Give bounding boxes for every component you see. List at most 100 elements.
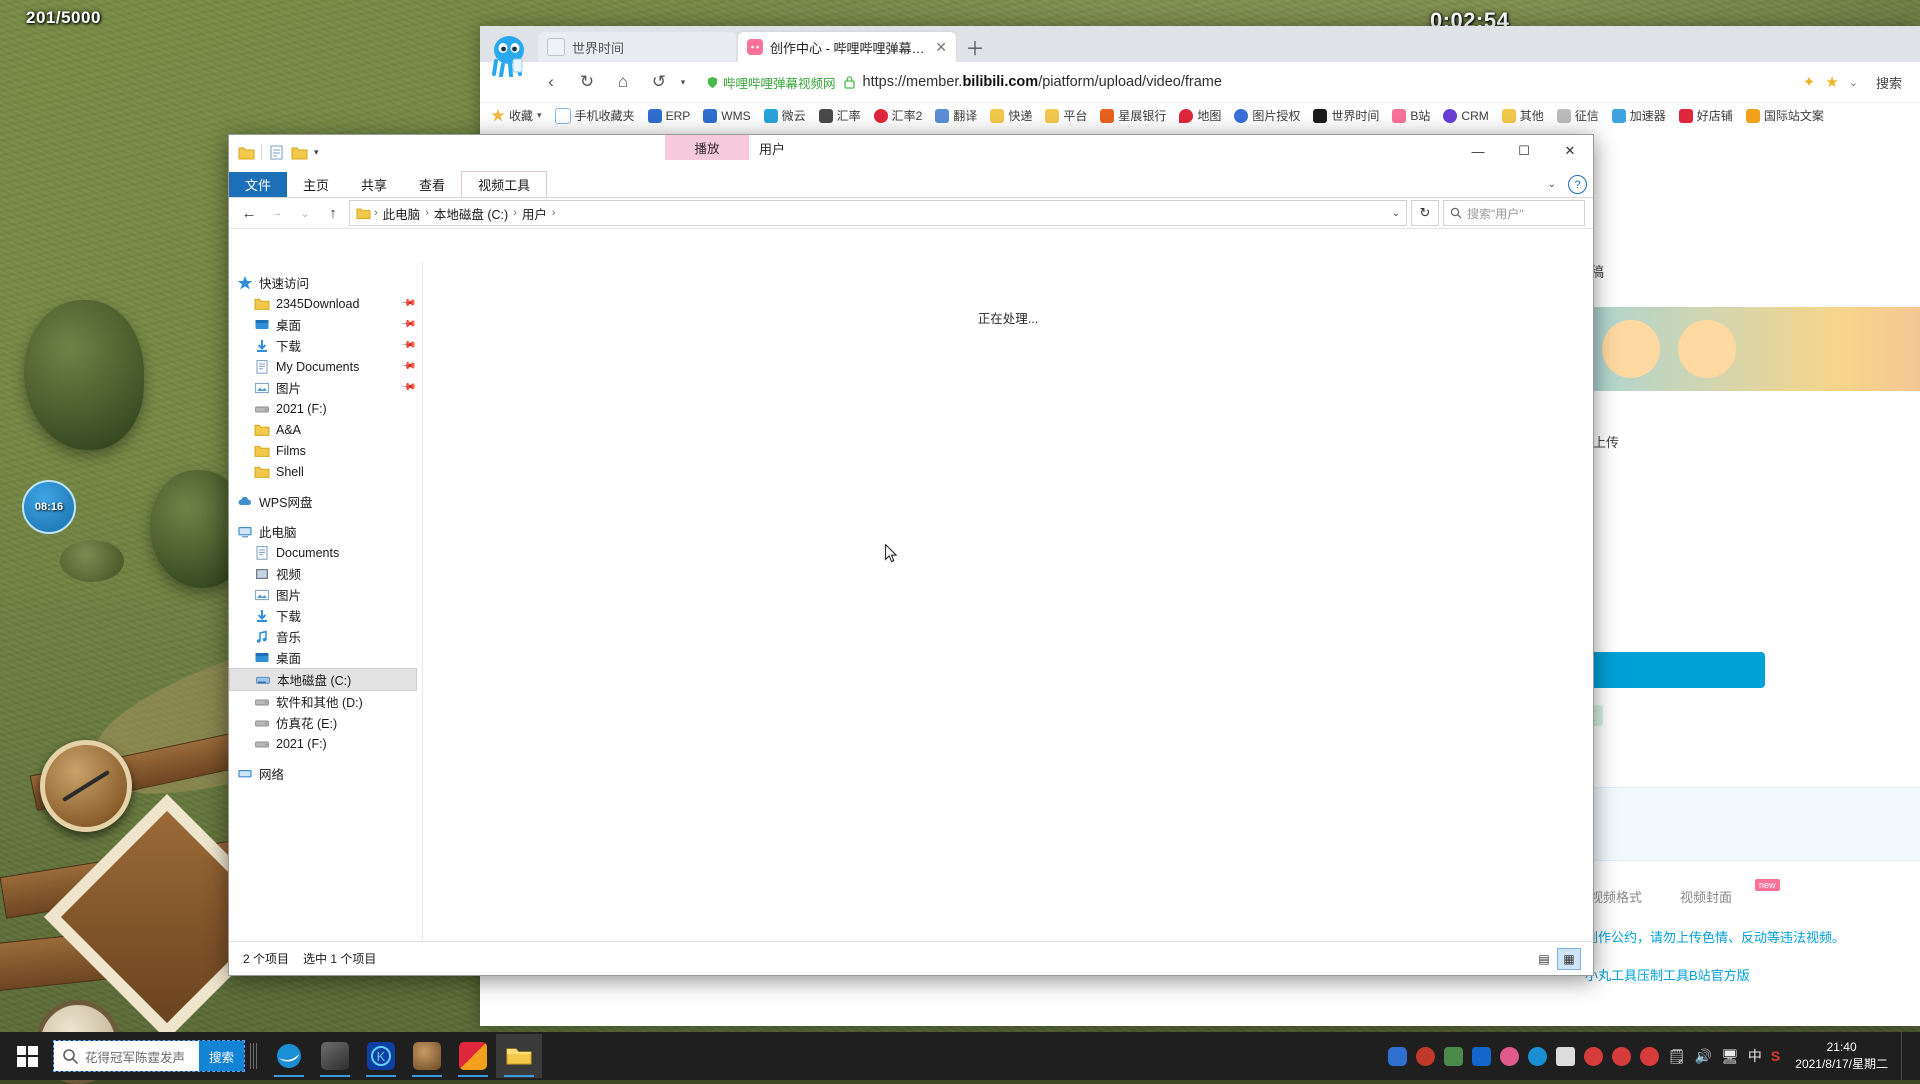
history-caret-icon[interactable]: ▾ — [670, 69, 696, 95]
explorer-search-box[interactable]: 搜索"用户" — [1443, 200, 1585, 226]
qq-icon-2[interactable] — [1611, 1046, 1631, 1066]
chevron-down-icon[interactable]: ▾ — [537, 110, 542, 121]
display-icon[interactable]: 🖥 — [1721, 1048, 1739, 1065]
kingsoft-icon[interactable] — [1471, 1046, 1491, 1066]
footer-line[interactable]: 小丸工具压制工具B站官方版 — [1585, 965, 1750, 984]
minimize-button[interactable]: — — [1455, 135, 1501, 167]
shield-icon[interactable] — [1387, 1046, 1407, 1066]
pin-icon[interactable]: 📌 — [399, 379, 416, 396]
sidebar-item-disk-f[interactable]: 2021 (F:) — [229, 733, 422, 754]
sidebar-item-music[interactable]: 音乐 — [229, 626, 422, 647]
chevron-down-icon[interactable]: ⌄ — [1548, 179, 1556, 190]
bookmark-item-18[interactable]: 加速器 — [1607, 105, 1671, 126]
breadcrumb-users[interactable]: 用户 — [520, 203, 549, 224]
ime-indicator[interactable]: 中 — [1748, 1046, 1762, 1066]
recent-locations-button[interactable]: ⌄ — [293, 201, 317, 225]
bookmark-item-0[interactable]: 收藏 ▾ — [486, 105, 547, 126]
sidebar-item-2021-f[interactable]: 2021 (F:) — [229, 398, 422, 419]
chevron-down-icon[interactable]: ⌄ — [1392, 208, 1400, 219]
file-list-pane[interactable]: 正在处理... — [423, 262, 1593, 941]
details-view-button[interactable]: ▤ — [1533, 949, 1555, 969]
properties-icon[interactable] — [268, 144, 285, 161]
bookmark-item-19[interactable]: 好店铺 — [1674, 105, 1738, 126]
sidebar-item-disk-e[interactable]: 仿真花 (E:) — [229, 712, 422, 733]
bookmark-item-12[interactable]: 图片授权 — [1229, 105, 1305, 126]
taskbar-app-brown[interactable] — [404, 1034, 450, 1078]
folder-icon[interactable] — [238, 144, 255, 161]
bookmark-item-20[interactable]: 国际站文案 — [1741, 105, 1829, 126]
notice-line[interactable]: 创作公约，请勿上传色情、反动等违法视频。 — [1585, 927, 1845, 946]
volume-icon[interactable]: 🔊 — [1695, 1048, 1712, 1065]
taskbar-clock[interactable]: 21:40 2021/8/17/星期二 — [1789, 1039, 1892, 1073]
browser-tab-1[interactable]: 创作中心 - 哔哩哔哩弹幕视频 ✕ — [738, 32, 956, 62]
back-button[interactable]: ‹ — [538, 69, 564, 95]
browser-tab-0[interactable]: 世界时间 — [538, 32, 736, 62]
chevron-down-icon[interactable]: ⌄ — [1849, 76, 1858, 89]
taskbar-app-kugou[interactable]: K — [358, 1034, 404, 1078]
sidebar-item-films[interactable]: Films — [229, 440, 422, 461]
bookmark-star-icon[interactable]: ★ — [1825, 73, 1838, 91]
taskbar-app-multi[interactable] — [450, 1034, 496, 1078]
bookmark-item-14[interactable]: B站 — [1387, 105, 1435, 126]
bookmark-item-10[interactable]: 星展银行 — [1095, 105, 1171, 126]
sidebar-item-videos[interactable]: 视频 — [229, 563, 422, 584]
new-tab-button[interactable]: ＋ — [962, 34, 988, 60]
sidebar-item-network[interactable]: 网络 — [229, 763, 422, 784]
ribbon-tab-home[interactable]: 主页 — [287, 172, 345, 197]
taskbar-drag-handle[interactable] — [250, 1043, 260, 1069]
start-button[interactable] — [0, 1032, 54, 1080]
sidebar-item-pictures-pc[interactable]: 图片 — [229, 584, 422, 605]
back-button[interactable]: ← — [237, 201, 261, 225]
new-folder-icon[interactable] — [291, 144, 308, 161]
close-icon[interactable]: ✕ — [935, 39, 947, 56]
search-input-value[interactable]: 花得冠军陈霆发声 — [85, 1047, 193, 1066]
sidebar-item-desktop[interactable]: 桌面 📌 — [229, 314, 422, 335]
breadcrumb-this-pc[interactable]: 此电脑 — [381, 203, 423, 224]
address-bar[interactable]: 哔哩哔哩弹幕视频网 https://member.bilibili.com/pi… — [706, 69, 1785, 96]
taskbar-app-ie-browser[interactable] — [266, 1034, 312, 1078]
usb-icon[interactable] — [1555, 1046, 1575, 1066]
sidebar-item-my-documents[interactable]: My Documents 📌 — [229, 356, 422, 377]
maximize-button[interactable]: ☐ — [1501, 135, 1547, 167]
taskbar-app-file-explorer[interactable] — [496, 1034, 542, 1078]
sidebar-item-pictures[interactable]: 图片 📌 — [229, 377, 422, 398]
bookmark-item-6[interactable]: 汇率2 — [869, 105, 928, 126]
network-tool-icon[interactable] — [1443, 1046, 1463, 1066]
browser-search-label[interactable]: 搜索 — [1868, 71, 1910, 94]
show-desktop-button[interactable] — [1901, 1032, 1910, 1080]
bookmark-item-3[interactable]: WMS — [698, 107, 755, 125]
pin-icon[interactable]: 📌 — [399, 337, 416, 354]
antivirus-icon[interactable] — [1415, 1046, 1435, 1066]
bookmark-item-15[interactable]: CRM — [1438, 107, 1493, 125]
extension-icon[interactable]: ✦ — [1803, 73, 1816, 91]
sidebar-item-desktop-pc[interactable]: 桌面 — [229, 647, 422, 668]
sidebar-item-this-pc[interactable]: 此电脑 — [229, 521, 422, 542]
history-button[interactable]: ↺ — [646, 69, 672, 95]
primary-action-button[interactable] — [1585, 652, 1765, 688]
clipboard-icon[interactable]: 🗒 — [1668, 1048, 1686, 1065]
sidebar-item-wps-cloud[interactable]: WPS网盘 — [229, 491, 422, 512]
flower-icon[interactable] — [1499, 1046, 1519, 1066]
large-icons-view-button[interactable]: ▦ — [1557, 947, 1581, 970]
sidebar-item-shell[interactable]: Shell — [229, 461, 422, 482]
sidebar-item-downloads-pc[interactable]: 下载 — [229, 605, 422, 626]
pin-icon[interactable]: 📌 — [399, 358, 416, 375]
sidebar-item-documents[interactable]: Documents — [229, 542, 422, 563]
nav-group-quick-access[interactable]: 快速访问 — [229, 272, 422, 293]
sidebar-item-downloads[interactable]: 下载 📌 — [229, 335, 422, 356]
sidebar-item-a-and-a[interactable]: A&A — [229, 419, 422, 440]
bookmark-item-8[interactable]: 快递 — [985, 105, 1037, 126]
sogou-icon[interactable]: S — [1771, 1048, 1780, 1064]
pin-icon[interactable]: 📌 — [399, 295, 416, 312]
up-button[interactable]: ↑ — [321, 201, 345, 225]
sidebar-item-local-disk-c[interactable]: 本地磁盘 (C:) — [229, 668, 417, 691]
sidebar-item-2345download[interactable]: 2345Download 📌 — [229, 293, 422, 314]
breadcrumb-local-disk-c[interactable]: 本地磁盘 (C:) — [432, 203, 510, 224]
bookmark-item-2[interactable]: ERP — [643, 107, 696, 125]
bookmark-item-16[interactable]: 其他 — [1497, 105, 1549, 126]
bookmark-item-11[interactable]: 地图 — [1174, 105, 1226, 126]
qq-icon-1[interactable] — [1583, 1046, 1603, 1066]
bookmark-item-9[interactable]: 平台 — [1040, 105, 1092, 126]
explorer-title-bar[interactable]: ▾ 播放 用户 — ☐ ✕ — [229, 135, 1593, 169]
qq-icon-3[interactable] — [1639, 1046, 1659, 1066]
